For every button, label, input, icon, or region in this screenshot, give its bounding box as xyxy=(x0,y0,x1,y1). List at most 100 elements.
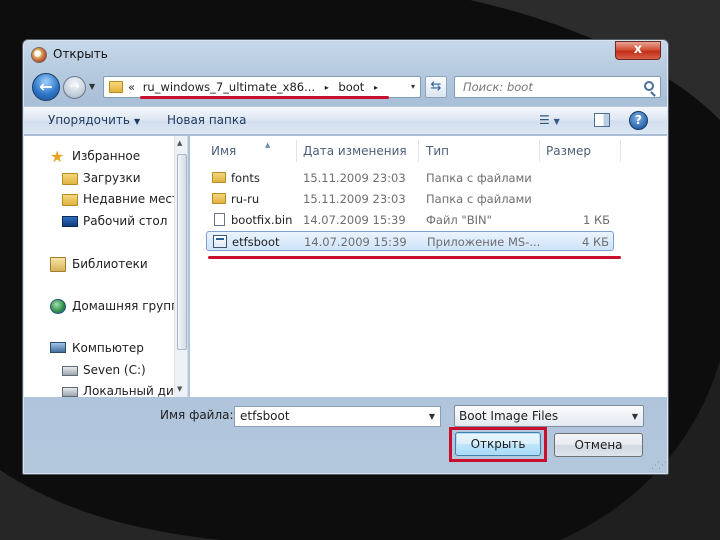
command-bar: Упорядочить ▼ Новая папка ☰ ▼ ? xyxy=(24,106,667,135)
resize-grip-icon[interactable]: ⋰⋰ xyxy=(651,461,667,471)
annotation-underline-file xyxy=(208,256,621,259)
nav-item-label: Компьютер xyxy=(72,341,144,355)
search-input[interactable]: Поиск: boot xyxy=(463,80,533,94)
nav-item-label: Загрузки xyxy=(83,171,141,185)
preview-pane-icon[interactable] xyxy=(594,113,610,127)
close-button[interactable]: x xyxy=(615,41,661,60)
refresh-icon: ⇆ xyxy=(430,79,442,94)
help-icon[interactable]: ? xyxy=(629,111,648,130)
breadcrumb-separator-icon[interactable]: ▸ xyxy=(325,83,329,92)
scrollbar-thumb[interactable] xyxy=(177,154,187,350)
drive-icon xyxy=(62,366,78,376)
file-name: etfsboot xyxy=(232,235,280,249)
new-folder-button[interactable]: Новая папка xyxy=(167,113,246,127)
breadcrumb: « ru_windows_7_ultimate_x86... ▸ boot ▸ xyxy=(128,80,380,94)
file-date: 15.11.2009 23:03 xyxy=(303,192,406,206)
nav-pane-scrollbar[interactable]: ▲ ▼ xyxy=(174,136,187,397)
file-size: 1 КБ xyxy=(582,213,610,227)
recent-pages-dropdown[interactable]: ▼ xyxy=(89,82,95,91)
nav-item-label: Домашняя группа xyxy=(72,299,187,313)
column-divider[interactable] xyxy=(296,140,297,162)
search-icon[interactable] xyxy=(644,81,654,91)
recent-places-icon xyxy=(62,194,78,206)
file-type: Папка с файлами xyxy=(426,192,532,206)
cancel-button[interactable]: Отмена xyxy=(554,433,643,457)
column-divider[interactable] xyxy=(418,140,419,162)
filetype-select[interactable]: Boot Image Files ▼ xyxy=(454,405,644,427)
nav-item-label: Избранное xyxy=(72,149,141,163)
folder-icon xyxy=(212,193,226,204)
views-button[interactable]: ☰ ▼ xyxy=(539,113,560,127)
views-icon: ☰ xyxy=(539,113,550,127)
open-button[interactable]: Открыть xyxy=(455,432,541,456)
file-size: 4 КБ xyxy=(581,235,609,249)
nav-item-label: Локальный диск xyxy=(83,384,188,397)
search-box[interactable]: Поиск: boot xyxy=(454,76,661,98)
column-header-label: Имя xyxy=(211,144,237,158)
filetype-value: Boot Image Files xyxy=(459,409,559,423)
file-type: Файл "BIN" xyxy=(426,213,492,227)
file-list: ▲ Имя Дата изменения Тип Размер fonts 15.… xyxy=(190,136,667,397)
homegroup-icon xyxy=(50,299,66,314)
file-row-selected[interactable]: etfsboot 14.07.2009 15:39 Приложение MS-… xyxy=(206,231,614,251)
address-dropdown-icon[interactable]: ▾ xyxy=(411,82,415,91)
nav-item-label: Библиотеки xyxy=(72,257,148,271)
column-divider[interactable] xyxy=(620,140,621,162)
column-header-size[interactable]: Размер xyxy=(546,144,591,158)
file-name: bootfix.bin xyxy=(231,213,293,227)
chevron-down-icon: ▼ xyxy=(133,117,141,126)
nav-item-label: Рабочий стол xyxy=(83,214,168,228)
libraries-icon xyxy=(50,257,66,272)
app-icon xyxy=(31,47,47,63)
column-divider[interactable] xyxy=(539,140,540,162)
file-name: ru-ru xyxy=(231,192,260,206)
file-row[interactable]: ru-ru 15.11.2009 23:03 Папка с файлами xyxy=(206,189,614,209)
file-type: Папка с файлами xyxy=(426,171,532,185)
file-date: 14.07.2009 15:39 xyxy=(303,213,406,227)
window-title: Открыть xyxy=(53,47,108,61)
file-type: Приложение MS-... xyxy=(427,235,541,249)
nav-item-label: Seven (C:) xyxy=(83,363,146,377)
filename-input[interactable]: etfsboot ▼ xyxy=(234,406,441,427)
chevron-down-icon[interactable]: ▼ xyxy=(429,412,435,421)
organize-label: Упорядочить xyxy=(48,113,130,127)
title-bar: Открыть x xyxy=(23,40,668,70)
drive-icon xyxy=(62,387,78,397)
open-file-dialog: Открыть x ← → ▼ « ru_windows_7_ultimate_… xyxy=(22,39,669,475)
scroll-up-icon[interactable]: ▲ xyxy=(177,139,182,147)
breadcrumb-item[interactable]: ru_windows_7_ultimate_x86... xyxy=(143,80,315,94)
file-date: 14.07.2009 15:39 xyxy=(304,235,407,249)
breadcrumb-item[interactable]: boot xyxy=(338,80,364,94)
file-row[interactable]: fonts 15.11.2009 23:03 Папка с файлами xyxy=(206,168,614,188)
arrow-left-icon: ← xyxy=(39,77,53,96)
filename-label: Имя файла: xyxy=(160,408,234,422)
organize-button[interactable]: Упорядочить ▼ xyxy=(48,113,140,127)
computer-icon xyxy=(50,342,66,353)
address-bar[interactable]: « ru_windows_7_ultimate_x86... ▸ boot ▸ … xyxy=(103,76,421,98)
folder-icon xyxy=(212,172,226,183)
breadcrumb-overflow[interactable]: « xyxy=(128,80,135,94)
filename-value: etfsboot xyxy=(240,409,290,423)
refresh-button[interactable]: ⇆ xyxy=(425,76,447,98)
column-header-type[interactable]: Тип xyxy=(426,144,449,158)
file-name: fonts xyxy=(231,171,260,185)
file-date: 15.11.2009 23:03 xyxy=(303,171,406,185)
arrow-right-icon: → xyxy=(69,79,80,94)
navigation-pane: ★ Избранное Загрузки Недавние места Рабо… xyxy=(24,136,188,397)
column-header-name[interactable]: ▲ Имя xyxy=(211,141,270,158)
downloads-folder-icon xyxy=(62,173,78,185)
application-icon xyxy=(213,235,227,248)
file-row[interactable]: bootfix.bin 14.07.2009 15:39 Файл "BIN" … xyxy=(206,210,614,230)
folder-icon xyxy=(109,81,123,93)
annotation-underline-address xyxy=(140,96,389,99)
back-button[interactable]: ← xyxy=(32,73,60,101)
breadcrumb-separator-icon[interactable]: ▸ xyxy=(374,83,378,92)
forward-button[interactable]: → xyxy=(63,76,86,99)
chevron-down-icon: ▼ xyxy=(631,412,638,421)
desktop-icon xyxy=(62,216,78,227)
column-header-date[interactable]: Дата изменения xyxy=(303,144,407,158)
scroll-down-icon[interactable]: ▼ xyxy=(177,385,182,393)
sort-ascending-icon: ▲ xyxy=(265,141,271,149)
chevron-down-icon: ▼ xyxy=(553,117,560,126)
file-icon xyxy=(214,213,225,226)
